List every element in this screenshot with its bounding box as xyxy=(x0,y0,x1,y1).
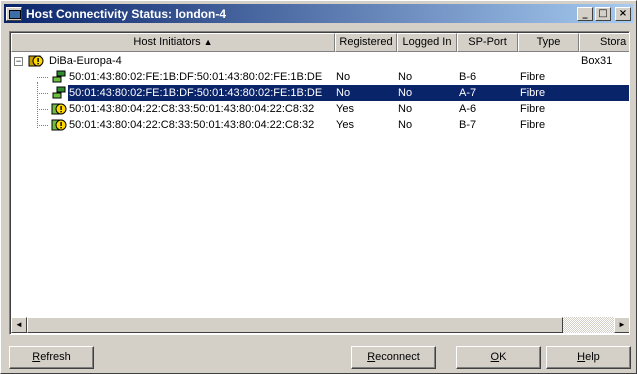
initiator-row[interactable]: 50:01:43:80:04:22:C8:33:50:01:43:80:04:2… xyxy=(11,117,629,133)
initiator-connected-icon xyxy=(52,70,66,83)
title-bar[interactable]: Host Connectivity Status: london-4 _ □ × xyxy=(4,4,633,23)
scroll-left-icon[interactable]: ◄ xyxy=(11,317,27,333)
refresh-button[interactable]: Refresh xyxy=(9,346,94,369)
initiator-registered: No xyxy=(336,71,351,83)
reconnect-mnemonic: R xyxy=(367,351,376,363)
initiator-sp-port: B-6 xyxy=(459,71,477,83)
window-title: Host Connectivity Status: london-4 xyxy=(26,6,227,21)
reconnect-button[interactable]: Reconnect xyxy=(351,346,436,369)
host-row[interactable]: − DiBa-Europa-4 Box31 xyxy=(11,53,629,69)
ok-label: K xyxy=(499,351,507,363)
scroll-right-icon[interactable]: ► xyxy=(614,317,629,333)
column-header-sp-port[interactable]: SP-Port xyxy=(457,33,518,52)
refresh-mnemonic: R xyxy=(32,351,41,363)
reconnect-label: econnect xyxy=(375,351,420,363)
initiator-logged-in: No xyxy=(398,119,413,131)
initiator-type: Fibre xyxy=(520,87,546,99)
initiator-warning-icon xyxy=(51,103,67,115)
column-header-row: Host Initiators ▲ Registered Logged In SP… xyxy=(11,33,629,52)
help-mnemonic: H xyxy=(577,351,586,363)
host-storage: Box31 xyxy=(581,55,613,67)
column-header-logged-in[interactable]: Logged In xyxy=(397,33,457,52)
refresh-label: efresh xyxy=(40,351,71,363)
help-label: elp xyxy=(585,351,600,363)
help-button[interactable]: Help xyxy=(546,346,631,369)
collapse-icon[interactable]: − xyxy=(14,57,23,66)
host-initiators-list[interactable]: Host Initiators ▲ Registered Logged In SP… xyxy=(9,31,630,335)
host-tree: − DiBa-Europa-4 Box31 50:01:43:80:02:FE:… xyxy=(11,53,629,133)
column-header-storage[interactable]: Stora xyxy=(579,33,629,52)
initiator-sp-port: A-6 xyxy=(459,103,477,115)
initiator-type: Fibre xyxy=(520,103,546,115)
initiator-registered: No xyxy=(336,87,351,99)
sort-ascending-icon: ▲ xyxy=(203,37,213,47)
tree-branch-line xyxy=(37,109,48,110)
host-connectivity-dialog: Host Connectivity Status: london-4 _ □ ×… xyxy=(0,0,637,374)
scrollbar-track[interactable] xyxy=(27,317,614,333)
initiator-wwn: 50:01:43:80:02:FE:1B:DF:50:01:43:80:02:F… xyxy=(69,71,323,83)
initiator-type: Fibre xyxy=(520,71,546,83)
initiator-wwn: 50:01:43:80:04:22:C8:33:50:01:43:80:04:2… xyxy=(69,103,315,115)
initiator-row[interactable]: 50:01:43:80:02:FE:1B:DF:50:01:43:80:02:F… xyxy=(11,69,629,85)
initiator-registered: Yes xyxy=(336,103,354,115)
ok-mnemonic: O xyxy=(490,351,500,363)
tree-branch-line xyxy=(37,93,48,94)
initiator-warning-icon xyxy=(51,119,67,131)
initiator-registered: Yes xyxy=(336,119,354,131)
initiator-wwn: 50:01:43:80:04:22:C8:33:50:01:43:80:04:2… xyxy=(69,119,315,131)
initiator-sp-port: A-7 xyxy=(459,87,477,99)
tree-branch-line xyxy=(37,125,48,126)
initiator-type: Fibre xyxy=(520,119,546,131)
column-header-host-initiators[interactable]: Host Initiators ▲ xyxy=(11,33,335,52)
maximize-button[interactable]: □ xyxy=(595,6,611,21)
ok-button[interactable]: OK xyxy=(456,346,541,369)
initiator-wwn: 50:01:43:80:02:FE:1B:DF:50:01:43:80:02:F… xyxy=(69,87,323,99)
tree-branch-line xyxy=(37,77,48,78)
initiator-row[interactable]: 50:01:43:80:04:22:C8:33:50:01:43:80:04:2… xyxy=(11,101,629,117)
column-header-registered[interactable]: Registered xyxy=(335,33,397,52)
initiator-connected-icon xyxy=(52,86,66,99)
initiator-logged-in: No xyxy=(398,71,413,83)
app-icon xyxy=(6,6,22,21)
host-warning-icon xyxy=(28,55,44,67)
scrollbar-thumb[interactable] xyxy=(27,317,563,333)
initiator-row-selected[interactable]: 50:01:43:80:02:FE:1B:DF:50:01:43:80:02:F… xyxy=(11,85,629,101)
horizontal-scrollbar[interactable]: ◄ ► xyxy=(11,317,629,333)
initiator-sp-port: B-7 xyxy=(459,119,477,131)
initiator-logged-in: No xyxy=(398,103,413,115)
column-header-type[interactable]: Type xyxy=(518,33,579,52)
host-name: DiBa-Europa-4 xyxy=(49,55,122,67)
column-header-label: Host Initiators xyxy=(133,36,201,48)
close-button[interactable]: × xyxy=(615,6,631,21)
minimize-button[interactable]: _ xyxy=(577,6,593,21)
initiator-logged-in: No xyxy=(398,87,413,99)
